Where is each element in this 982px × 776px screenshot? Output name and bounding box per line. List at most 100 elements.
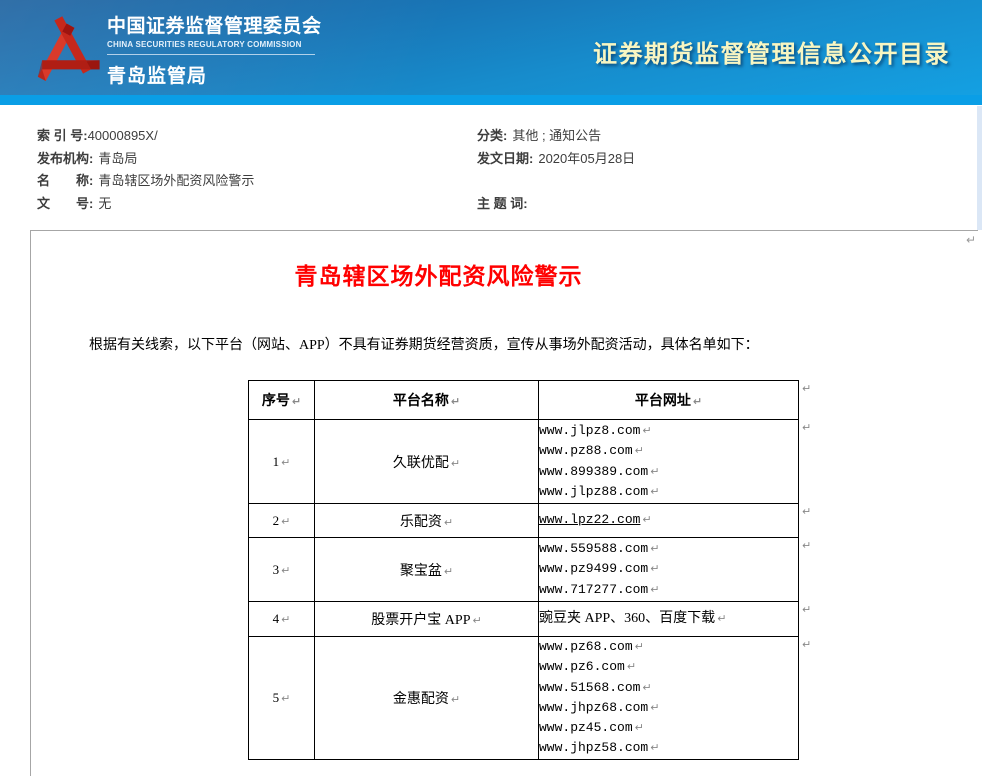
site-text: 豌豆夹 APP、360、百度下载 [539, 611, 715, 626]
row-end-mark: ↵ [802, 382, 811, 395]
meta-publisher-value: 青岛局 [98, 151, 137, 166]
meta-index-label: 索 引 号: [37, 128, 88, 143]
table-row: 5↵金惠配资↵www.pz68.com↵www.pz6.com↵www.5156… [249, 637, 799, 760]
site-header: 中国证券监督管理委员会 CHINA SECURITIES REGULATORY … [0, 0, 982, 95]
paragraph-mark-icon: ↵ [650, 562, 659, 575]
row-end-mark: ↵ [802, 505, 811, 518]
platform-name-text: 金惠配资 [393, 692, 449, 707]
paragraph-mark-icon: ↵ [292, 395, 301, 408]
site-text: www.51568.com [539, 680, 640, 695]
row-end-mark: ↵ [802, 539, 811, 552]
table-row: 3↵聚宝盆↵www.559588.com↵www.pz9499.com↵www.… [249, 538, 799, 602]
site-line: www.jlpz88.com↵ [539, 482, 798, 502]
site-line: www.jlpz8.com↵ [539, 421, 798, 441]
scrollbar-thumb[interactable] [977, 106, 982, 230]
serial-text: 3 [273, 562, 280, 577]
paragraph-mark-icon: ↵ [717, 612, 726, 625]
meta-category: 分类: 其他 ; 通知公告 [477, 128, 601, 144]
site-line: www.lpz22.com↵ [539, 510, 798, 530]
platform-name-text: 聚宝盆 [400, 564, 442, 579]
platform-site-cell: 豌豆夹 APP、360、百度下载↵ [539, 602, 799, 637]
site-line: www.pz45.com↵ [539, 718, 798, 738]
platform-site-cell: www.jlpz8.com↵www.pz88.com↵www.899389.co… [539, 420, 799, 504]
table-header-text: 平台网址 [635, 394, 691, 409]
site-text: www.pz68.com [539, 639, 633, 654]
platform-name-cell: 股票开户宝 APP↵ [315, 602, 539, 637]
table-header-cell: 平台名称↵ [315, 381, 539, 420]
platform-name-cell: 久联优配↵ [315, 420, 539, 504]
platform-name-cell: 聚宝盆↵ [315, 538, 539, 602]
site-text: www.pz45.com [539, 720, 633, 735]
platform-site-cell: www.559588.com↵www.pz9499.com↵www.717277… [539, 538, 799, 602]
paragraph-mark-icon: ↵ [281, 515, 290, 528]
meta-name-label: 名 称: [37, 173, 93, 188]
site-title: 证券期货监督管理信息公开目录 [593, 34, 950, 69]
platform-name-cell: 金惠配资↵ [315, 637, 539, 760]
meta-index-value: 40000895X/ [88, 128, 158, 143]
platform-table-wrap: 序号↵平台名称↵平台网址↵1↵久联优配↵www.jlpz8.com↵www.pz… [248, 380, 838, 760]
paragraph-mark-icon: ↵ [444, 565, 453, 578]
meta-category-label: 分类: [477, 128, 507, 143]
site-line: www.899389.com↵ [539, 462, 798, 482]
org-name-en: CHINA SECURITIES REGULATORY COMMISSION [107, 40, 322, 49]
paragraph-mark-icon: ↵ [693, 395, 702, 408]
site-text: www.717277.com [539, 582, 648, 597]
platform-name-text: 股票开户宝 APP [371, 613, 470, 628]
bureau-name: 青岛监管局 [107, 61, 322, 88]
meta-topic-label: 主 题 词: [477, 196, 528, 211]
meta-publisher: 发布机构:青岛局 [37, 151, 137, 167]
table-row: 2↵乐配资↵www.lpz22.com↵ [249, 504, 799, 538]
platform-name-cell: 乐配资↵ [315, 504, 539, 538]
paragraph-mark-icon: ↵ [642, 424, 651, 437]
platform-site-cell: www.lpz22.com↵ [539, 504, 799, 538]
serial-cell: 2↵ [249, 504, 315, 538]
org-divider [107, 54, 315, 55]
serial-text: 4 [273, 611, 280, 626]
site-text: www.pz6.com [539, 659, 625, 674]
paragraph-mark-icon: ↵ [281, 692, 290, 705]
paragraph-mark-icon: ↵ [451, 693, 460, 706]
serial-cell: 1↵ [249, 420, 315, 504]
paragraph-mark-icon: ↵ [281, 456, 290, 469]
serial-text: 1 [273, 454, 280, 469]
site-text: www.jhpz68.com [539, 700, 648, 715]
paragraph-mark-icon: ↵ [451, 395, 460, 408]
accent-bar [0, 95, 982, 105]
metadata-panel: 索 引 号:40000895X/ 分类: 其他 ; 通知公告 发布机构:青岛局 发… [0, 105, 982, 230]
site-text: www.jlpz88.com [539, 484, 648, 499]
table-header-cell: 平台网址↵ [539, 381, 799, 420]
paragraph-mark-icon: ↵ [642, 681, 651, 694]
org-name-cn: 中国证券监督管理委员会 [107, 16, 322, 38]
paragraph-mark-icon: ↵ [650, 465, 659, 478]
meta-name: 名 称: 青岛辖区场外配资风险警示 [37, 173, 254, 189]
platform-site-cell: www.pz68.com↵www.pz6.com↵www.51568.com↵w… [539, 637, 799, 760]
document-title: 青岛辖区场外配资风险警示 [31, 257, 846, 291]
site-text: www.pz9499.com [539, 561, 648, 576]
paragraph-mark-icon: ↵ [650, 701, 659, 714]
meta-topic: 主 题 词: [477, 196, 533, 212]
serial-cell: 3↵ [249, 538, 315, 602]
paragraph-mark-icon: ↵ [635, 640, 644, 653]
serial-cell: 5↵ [249, 637, 315, 760]
paragraph-mark-icon: ↵ [650, 485, 659, 498]
platform-name-text: 久联优配 [393, 456, 449, 471]
platform-table: 序号↵平台名称↵平台网址↵1↵久联优配↵www.jlpz8.com↵www.pz… [248, 380, 799, 760]
site-line: www.717277.com↵ [539, 580, 798, 600]
paragraph-mark-icon: ↵ [635, 721, 644, 734]
site-line: www.pz9499.com↵ [539, 559, 798, 579]
site-line: www.559588.com↵ [539, 539, 798, 559]
row-end-mark: ↵ [802, 638, 811, 651]
site-link[interactable]: www.lpz22.com [539, 512, 640, 527]
meta-name-value: 青岛辖区场外配资风险警示 [98, 173, 254, 188]
paragraph-mark-icon: ↵ [281, 564, 290, 577]
table-header-cell: 序号↵ [249, 381, 315, 420]
paragraph-mark-icon: ↵ [642, 513, 651, 526]
site-line: www.51568.com↵ [539, 678, 798, 698]
site-line: www.jhpz68.com↵ [539, 698, 798, 718]
meta-date: 发文日期:2020年05月28日 [477, 151, 635, 167]
meta-category-value: 其他 ; 通知公告 [512, 128, 601, 143]
site-line: 豌豆夹 APP、360、百度下载↵ [539, 609, 798, 629]
paragraph-mark-icon: ↵ [281, 613, 290, 626]
row-end-mark: ↵ [802, 421, 811, 434]
table-row: 4↵股票开户宝 APP↵豌豆夹 APP、360、百度下载↵ [249, 602, 799, 637]
